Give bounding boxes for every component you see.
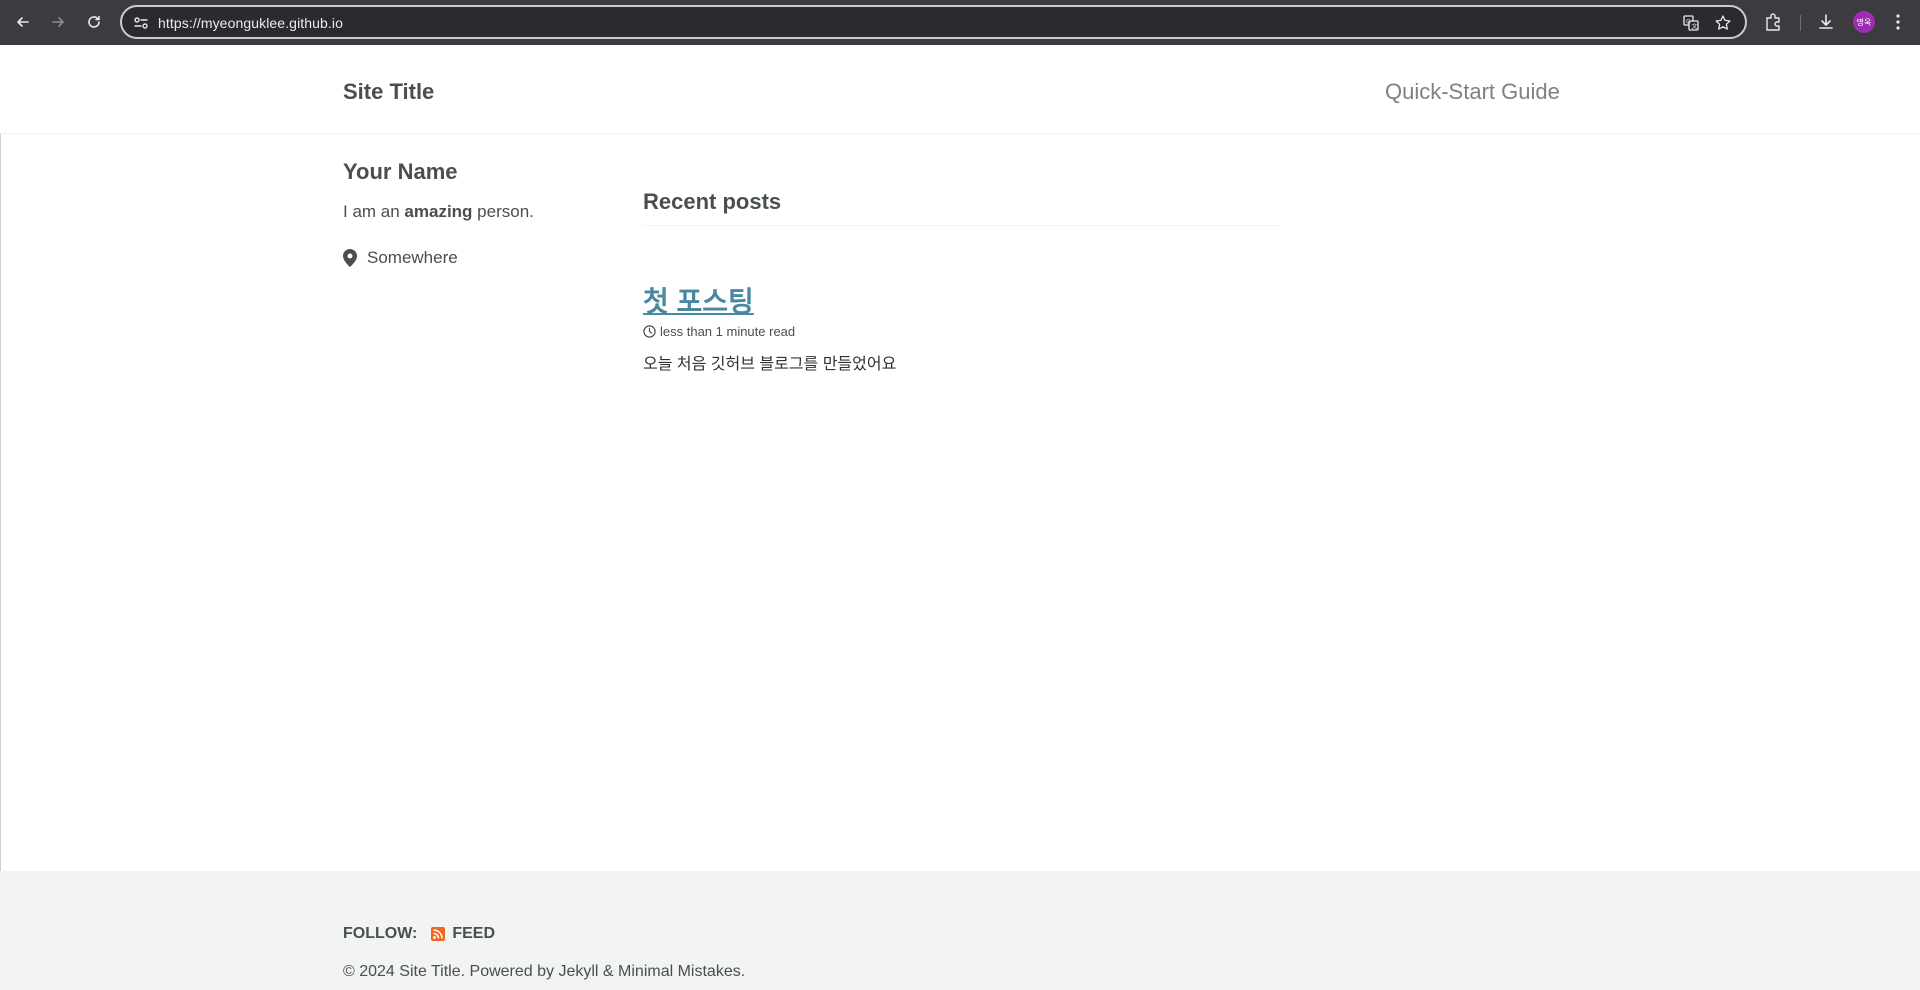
browser-toolbar: https://myeonguklee.github.io G文 명욱 <box>0 0 1920 45</box>
download-icon[interactable] <box>1816 12 1836 32</box>
location-text: Somewhere <box>367 248 458 267</box>
back-icon <box>17 17 29 27</box>
feed-link[interactable]: FEED <box>452 925 495 943</box>
masthead: Site Title Quick-Start Guide <box>0 45 1920 134</box>
author-bio: I am an amazing person. <box>343 202 534 222</box>
post-title-link[interactable]: 첫 포스팅 <box>643 280 754 320</box>
bio-bold: amazing <box>404 202 473 221</box>
post-excerpt: 오늘 처음 깃허브 블로그를 만들었어요 <box>643 356 897 373</box>
follow-label: FOLLOW: <box>343 925 418 942</box>
url-text[interactable]: https://myeonguklee.github.io <box>158 15 343 31</box>
svg-text:文: 文 <box>1692 23 1698 31</box>
window-edge <box>0 45 1 990</box>
site-info-icon[interactable] <box>132 14 150 32</box>
author-location: Somewhere <box>343 248 458 268</box>
nav-link-quick-start-guide[interactable]: Quick-Start Guide <box>1385 79 1560 105</box>
follow-row: FOLLOW: FEED <box>343 925 495 943</box>
map-marker-icon <box>343 249 357 267</box>
translate-icon[interactable]: G文 <box>1682 14 1700 32</box>
bio-suffix: person. <box>472 202 534 221</box>
reload-button[interactable] <box>80 8 108 36</box>
section-divider <box>643 225 1279 226</box>
more-icon[interactable] <box>1888 12 1908 32</box>
reload-icon <box>88 15 100 28</box>
toolbar-divider <box>1800 15 1801 31</box>
page-footer: FOLLOW: FEED © 2024 Site Title. Powered … <box>0 871 1920 990</box>
read-time: less than 1 minute read <box>660 324 796 339</box>
author-name: Your Name <box>343 159 458 184</box>
star-icon[interactable] <box>1714 14 1732 32</box>
forward-button[interactable] <box>44 8 72 36</box>
site-title-link[interactable]: Site Title <box>343 79 434 105</box>
copyright-text: © 2024 Site Title. Powered by Jekyll & M… <box>343 963 746 980</box>
address-bar[interactable]: https://myeonguklee.github.io G文 <box>120 5 1747 39</box>
rss-icon <box>431 927 446 941</box>
recent-posts-title: Recent posts <box>643 189 782 214</box>
post-meta: less than 1 minute read <box>643 324 795 339</box>
clock-icon <box>643 325 656 338</box>
forward-icon <box>52 17 64 27</box>
extensions-icon[interactable] <box>1763 12 1783 32</box>
back-button[interactable] <box>9 8 37 36</box>
bio-prefix: I am an <box>343 202 405 221</box>
profile-avatar[interactable]: 명욱 <box>1853 11 1875 33</box>
svg-text:G: G <box>1686 19 1691 26</box>
